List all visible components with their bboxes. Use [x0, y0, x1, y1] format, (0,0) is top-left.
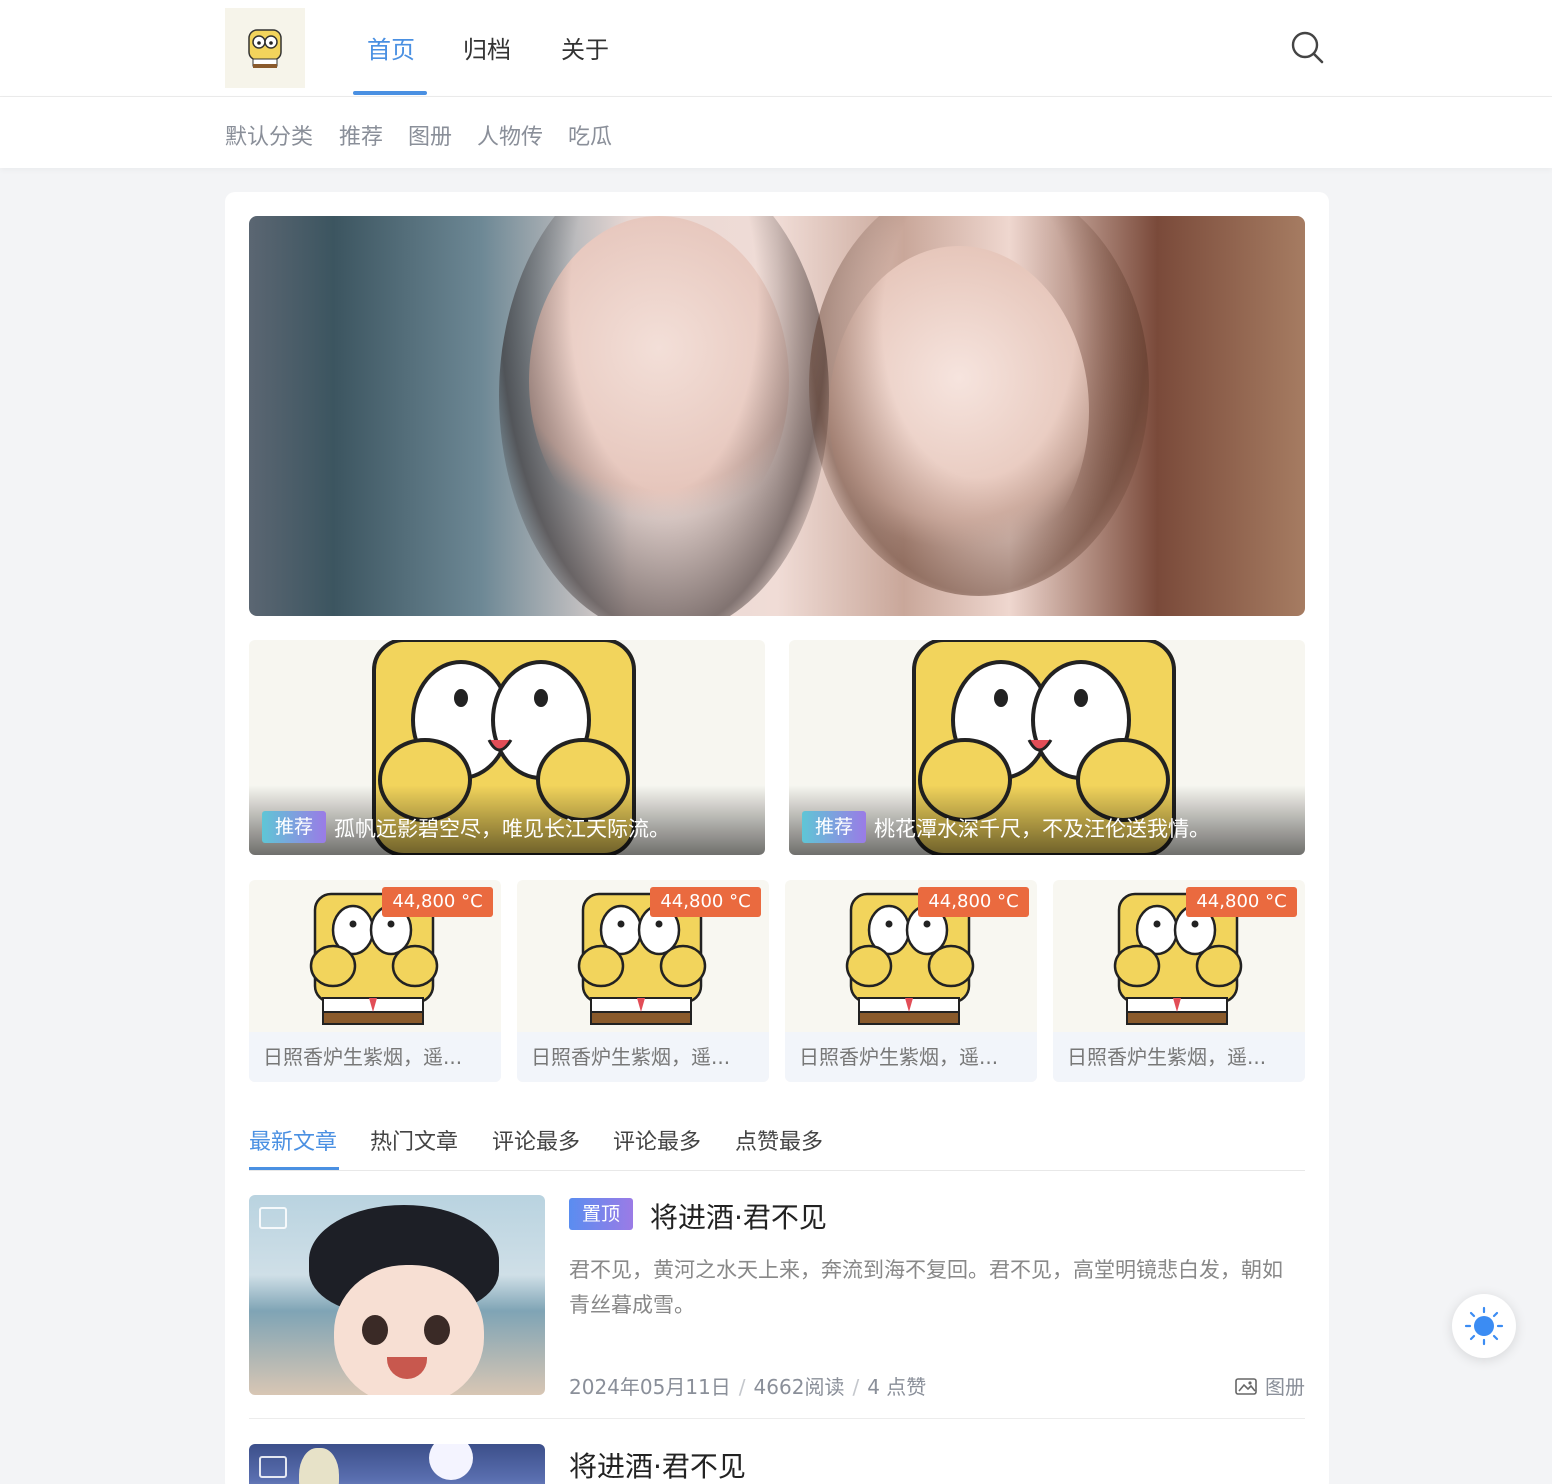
tab-active-indicator — [249, 1167, 339, 1170]
mini-card-caption[interactable]: 日照香炉生紫烟，遥... — [1053, 1032, 1305, 1082]
post-category: 图册 — [1265, 1375, 1305, 1399]
search-icon[interactable] — [1290, 30, 1324, 64]
top-navbar: 首页 归档 关于 — [0, 0, 1552, 97]
temperature-badge: 44,800 °C — [918, 887, 1029, 917]
category-default[interactable]: 默认分类 — [225, 119, 313, 151]
tab-most-comments[interactable]: 评论最多 — [492, 1124, 580, 1156]
category-bar: 默认分类 推荐 图册 人物传 吃瓜 — [0, 97, 1552, 168]
site-logo[interactable] — [225, 8, 305, 88]
mini-card[interactable]: 44,800 °C 日照香炉生紫烟，遥... — [785, 880, 1037, 1082]
article-tabs: 最新文章 热门文章 评论最多 评论最多 点赞最多 — [249, 1120, 1305, 1171]
feature-title[interactable]: 桃花潭水深千尺，不及汪伦送我情。 — [874, 813, 1210, 843]
tab-most-likes[interactable]: 点赞最多 — [735, 1124, 823, 1156]
nav-active-indicator — [353, 91, 427, 95]
post-title[interactable]: 将进酒·君不见 — [569, 1445, 746, 1484]
post-reads: 4662阅读 — [753, 1375, 845, 1399]
tab-latest[interactable]: 最新文章 — [249, 1124, 337, 1156]
temperature-badge: 44,800 °C — [1186, 887, 1297, 917]
main-content: 推荐 孤帆远影碧空尽，唯见长江天际流。 推荐 桃花潭水深千尺，不及汪伦送我情。 — [225, 192, 1329, 1484]
nav-archive[interactable]: 归档 — [463, 30, 511, 96]
feature-card[interactable]: 推荐 桃花潭水深千尺，不及汪伦送我情。 — [789, 640, 1305, 855]
feature-card[interactable]: 推荐 孤帆远影碧空尽，唯见长江天际流。 — [249, 640, 765, 855]
temperature-badge: 44,800 °C — [650, 887, 761, 917]
spongebob-logo-icon — [248, 29, 282, 68]
mini-card[interactable]: 44,800 °C 日照香炉生紫烟，遥... — [517, 880, 769, 1082]
tab-popular[interactable]: 热门文章 — [370, 1124, 458, 1156]
category-album[interactable]: 图册 — [408, 119, 452, 151]
image-icon — [259, 1456, 287, 1478]
post-divider — [249, 1418, 1305, 1419]
feature-tag: 推荐 — [802, 811, 866, 843]
nav-about[interactable]: 关于 — [561, 30, 609, 96]
post-item[interactable]: 置顶 将进酒·君不见 君不见，黄河之水天上来，奔流到海不复回。君不见，高堂明镜悲… — [249, 1195, 1305, 1399]
post-excerpt: 君不见，黄河之水天上来，奔流到海不复回。君不见，高堂明镜悲白发，朝如青丝暮成雪。 — [569, 1258, 1283, 1317]
post-meta: 2024年05月11日/4662阅读/4 点赞 — [569, 1375, 927, 1399]
mini-card[interactable]: 44,800 °C 日照香炉生紫烟，遥... — [249, 880, 501, 1082]
temperature-badge: 44,800 °C — [382, 887, 493, 917]
feature-title[interactable]: 孤帆远影碧空尽，唯见长江天际流。 — [334, 813, 670, 843]
category-recommend[interactable]: 推荐 — [339, 119, 383, 151]
category-biography[interactable]: 人物传 — [477, 119, 543, 151]
post-thumbnail[interactable] — [249, 1195, 545, 1395]
album-icon — [1235, 1377, 1257, 1395]
mini-card-caption[interactable]: 日照香炉生紫烟，遥... — [249, 1032, 501, 1082]
pinned-badge: 置顶 — [569, 1198, 633, 1230]
category-gossip[interactable]: 吃瓜 — [568, 119, 612, 151]
nav-home[interactable]: 首页 — [367, 30, 415, 96]
mini-card-caption[interactable]: 日照香炉生紫烟，遥... — [785, 1032, 1037, 1082]
mini-card[interactable]: 44,800 °C 日照香炉生紫烟，遥... — [1053, 880, 1305, 1082]
post-date: 2024年05月11日 — [569, 1375, 731, 1399]
mini-card-caption[interactable]: 日照香炉生紫烟，遥... — [517, 1032, 769, 1082]
feature-tag: 推荐 — [262, 811, 326, 843]
post-category-link[interactable]: 图册 — [1235, 1371, 1305, 1400]
post-item[interactable]: 将进酒·君不见 — [249, 1444, 1305, 1484]
hero-banner-image[interactable] — [249, 216, 1305, 616]
tab-most-comments-2[interactable]: 评论最多 — [613, 1124, 701, 1156]
image-icon — [259, 1207, 287, 1229]
post-title[interactable]: 将进酒·君不见 — [650, 1196, 827, 1236]
post-likes: 4 点赞 — [867, 1375, 927, 1399]
post-thumbnail[interactable] — [249, 1444, 545, 1484]
theme-toggle-button[interactable] — [1452, 1294, 1516, 1358]
sun-icon — [1464, 1306, 1504, 1346]
